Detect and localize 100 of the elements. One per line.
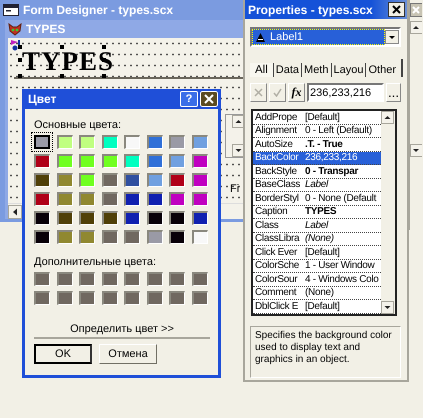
color-swatch[interactable] <box>56 211 72 225</box>
color-swatch[interactable] <box>124 154 140 168</box>
ok-button[interactable]: OK <box>34 344 92 364</box>
color-swatch[interactable] <box>169 154 185 168</box>
selection-handle[interactable] <box>60 45 64 49</box>
selection-handle[interactable] <box>60 74 64 78</box>
define-color-button[interactable]: Определить цвет >> <box>34 321 210 339</box>
color-swatch[interactable] <box>124 272 140 286</box>
color-swatch[interactable] <box>169 272 185 286</box>
color-swatch[interactable] <box>102 230 118 244</box>
color-swatch[interactable] <box>56 230 72 244</box>
color-swatch[interactable] <box>124 173 140 187</box>
property-value: [Default] <box>304 300 340 312</box>
selection-handle[interactable] <box>102 74 106 78</box>
color-swatch[interactable] <box>79 173 95 187</box>
color-swatch[interactable] <box>146 192 162 206</box>
color-swatch[interactable] <box>192 230 208 244</box>
color-swatch[interactable] <box>102 272 118 286</box>
color-swatch[interactable] <box>79 272 95 286</box>
color-swatch[interactable] <box>34 230 50 244</box>
scroll-down-icon[interactable] <box>232 144 243 157</box>
color-swatch[interactable] <box>192 173 208 187</box>
color-swatch[interactable] <box>169 135 185 149</box>
selection-handle[interactable] <box>102 45 106 49</box>
color-swatch[interactable] <box>56 272 72 286</box>
color-swatch[interactable] <box>34 291 50 305</box>
color-swatch[interactable] <box>146 291 162 305</box>
property-name: BaseClass <box>254 179 302 190</box>
color-swatch[interactable] <box>146 211 162 225</box>
object-dropdown[interactable]: Label1 <box>250 27 401 47</box>
tab[interactable]: Meth <box>301 63 330 77</box>
cancel-button[interactable]: Отмена <box>99 344 157 364</box>
color-swatch[interactable] <box>169 173 185 187</box>
selection-handle[interactable] <box>102 58 106 62</box>
color-swatch[interactable] <box>146 272 162 286</box>
scroll-left-icon[interactable] <box>8 204 22 218</box>
color-swatch[interactable] <box>79 154 95 168</box>
color-swatch[interactable] <box>192 291 208 305</box>
color-swatch[interactable] <box>79 291 95 305</box>
color-swatch[interactable] <box>124 230 140 244</box>
close-icon[interactable] <box>388 2 405 17</box>
color-swatch[interactable] <box>124 211 140 225</box>
color-swatch[interactable] <box>34 211 50 225</box>
selection-handle[interactable] <box>18 58 22 62</box>
color-swatch[interactable] <box>169 192 185 206</box>
color-swatch[interactable] <box>102 154 118 168</box>
property-value: 0 - None (Default <box>304 192 376 204</box>
color-swatch[interactable] <box>34 135 50 149</box>
color-swatch[interactable] <box>34 272 50 286</box>
color-swatch[interactable] <box>56 291 72 305</box>
color-swatch[interactable] <box>192 135 208 149</box>
color-swatch[interactable] <box>192 154 208 168</box>
color-swatch[interactable] <box>169 291 185 305</box>
color-swatch[interactable] <box>102 291 118 305</box>
property-row[interactable]: BackColor 236,233,216 <box>253 152 381 165</box>
color-swatch[interactable] <box>192 211 208 225</box>
color-swatch[interactable] <box>34 173 50 187</box>
help-button[interactable]: ? <box>180 91 198 107</box>
tab[interactable]: Other <box>365 63 398 77</box>
value-field[interactable]: 236,233,216 <box>307 83 384 102</box>
color-swatch[interactable] <box>146 173 162 187</box>
function-button[interactable]: fx <box>288 83 305 102</box>
color-swatch[interactable] <box>34 154 50 168</box>
property-value: [Default] <box>304 112 340 123</box>
color-swatch[interactable] <box>102 192 118 206</box>
color-swatch[interactable] <box>102 135 118 149</box>
color-swatch[interactable] <box>79 211 95 225</box>
tab[interactable]: Layou <box>330 63 366 77</box>
color-swatch[interactable] <box>102 173 118 187</box>
color-swatch[interactable] <box>169 230 185 244</box>
color-swatch[interactable] <box>169 211 185 225</box>
scroll-down-icon[interactable] <box>381 300 394 314</box>
label-control[interactable]: TYPES <box>22 46 114 76</box>
cross-icon <box>254 88 263 97</box>
color-swatch[interactable] <box>102 211 118 225</box>
color-swatch[interactable] <box>146 230 162 244</box>
tab[interactable]: All <box>250 63 273 77</box>
color-swatch[interactable] <box>124 135 140 149</box>
color-swatch[interactable] <box>124 192 140 206</box>
color-swatch[interactable] <box>56 135 72 149</box>
color-swatch[interactable] <box>79 135 95 149</box>
color-swatch[interactable] <box>192 192 208 206</box>
color-swatch[interactable] <box>56 173 72 187</box>
selection-handle[interactable] <box>18 45 22 49</box>
color-swatch[interactable] <box>56 154 72 168</box>
scroll-up-icon[interactable] <box>381 111 394 124</box>
color-swatch[interactable] <box>79 192 95 206</box>
form-title: TYPES <box>26 22 66 36</box>
color-swatch[interactable] <box>79 230 95 244</box>
more-button[interactable]: ... <box>386 83 401 102</box>
color-swatch[interactable] <box>146 135 162 149</box>
color-swatch[interactable] <box>34 192 50 206</box>
property-name: AddPrope <box>254 112 298 123</box>
color-swatch[interactable] <box>192 272 208 286</box>
scroll-up-icon[interactable] <box>232 115 243 128</box>
tab[interactable]: Data <box>272 63 302 77</box>
color-swatch[interactable] <box>146 154 162 168</box>
color-swatch[interactable] <box>56 192 72 206</box>
color-swatch[interactable] <box>124 291 140 305</box>
selection-handle[interactable] <box>18 74 22 78</box>
